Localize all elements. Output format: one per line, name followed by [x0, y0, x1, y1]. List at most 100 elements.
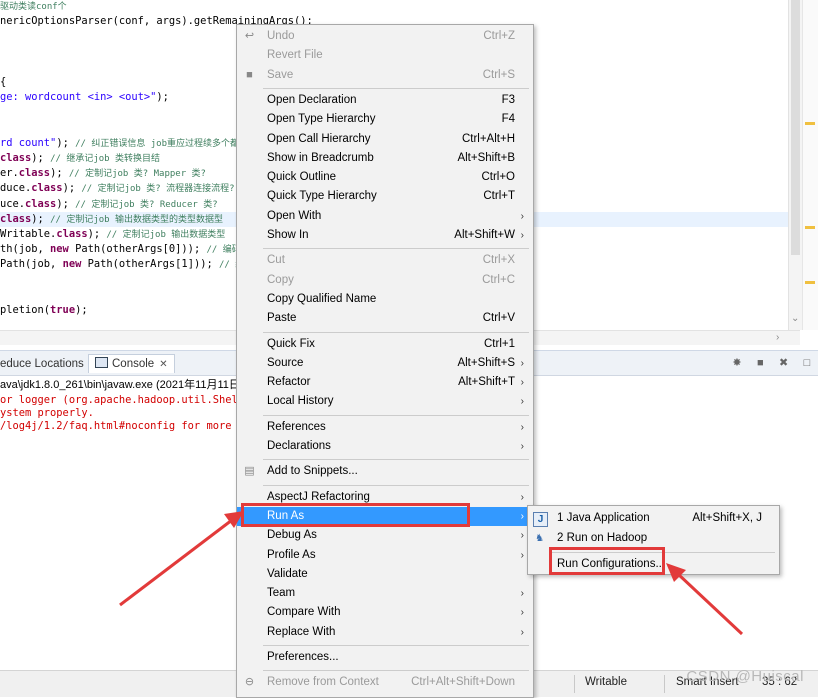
- code-keyword: class: [25, 197, 57, 210]
- menu-item-compare-with[interactable]: Compare With ›: [237, 603, 533, 622]
- submenu-item-2-run-on-hadoop[interactable]: ♞ 2 Run on Hadoop: [528, 529, 779, 548]
- scroll-down-icon[interactable]: ⌄: [791, 312, 799, 326]
- menu-item-save: ■ Save Ctrl+S: [237, 66, 533, 85]
- menu-item-validate[interactable]: Validate: [237, 565, 533, 584]
- menu-item-shortcut: Ctrl+1: [484, 337, 515, 350]
- menu-separator: [263, 645, 529, 646]
- menu-item-paste[interactable]: Paste Ctrl+V: [237, 309, 533, 328]
- code-line[interactable]: Writable.class); // 定制记job 输出数据类型: [0, 227, 225, 242]
- menu-item-label: Show in Breadcrumb: [267, 151, 374, 164]
- menu-item-replace-with[interactable]: Replace With ›: [237, 623, 533, 642]
- code-comment: // 继承记job 类转换目结: [50, 154, 160, 164]
- menu-item-refactor[interactable]: Refactor Alt+Shift+T ›: [237, 373, 533, 392]
- code-text: );: [31, 152, 51, 164]
- menu-item-label: Open Type Hierarchy: [267, 113, 376, 126]
- menu-item-label: References: [267, 420, 326, 433]
- code-line[interactable]: class); // 继承记job 类转换目结: [0, 151, 160, 166]
- menu-item-label: Replace With: [267, 625, 336, 638]
- code-comment: // 定制记job 类? 流程器连接流程?: [81, 184, 235, 195]
- menu-item-debug-as[interactable]: Debug As ›: [237, 526, 533, 545]
- scroll-right-icon[interactable]: ›: [776, 331, 779, 345]
- menu-item-copy: Copy Ctrl+C: [237, 271, 533, 290]
- menu-item-open-with[interactable]: Open With ›: [237, 207, 533, 226]
- scrollbar-thumb[interactable]: [791, 0, 800, 255]
- code-keyword: true: [50, 304, 76, 316]
- code-text: duce.: [0, 182, 32, 195]
- menu-item-cut: Cut Ctrl+X: [237, 251, 533, 270]
- menu-item-label: Quick Type Hierarchy: [267, 190, 377, 203]
- code-line[interactable]: {: [0, 75, 6, 90]
- menu-item-source[interactable]: Source Alt+Shift+S ›: [237, 354, 533, 373]
- menu-item-label: Remove from Context: [267, 676, 379, 689]
- pin-console-icon[interactable]: ✸: [730, 356, 744, 370]
- menu-item-open-call-hierarchy[interactable]: Open Call Hierarchy Ctrl+Alt+H: [237, 130, 533, 149]
- close-view-icon[interactable]: ✖: [777, 356, 791, 370]
- maximize-icon[interactable]: □: [800, 356, 814, 370]
- ruler-warning-mark[interactable]: [805, 281, 815, 284]
- code-text: Writable.: [0, 228, 57, 240]
- code-line[interactable]: pletion(true);: [0, 303, 88, 318]
- menu-item-quick-fix[interactable]: Quick Fix Ctrl+1: [237, 335, 533, 354]
- menu-item-label: 2 Run on Hadoop: [557, 532, 648, 544]
- ruler-warning-mark[interactable]: [805, 122, 815, 125]
- code-line[interactable]: 驱动类读conf个: [0, 0, 67, 14]
- menu-item-local-history[interactable]: Local History ›: [237, 392, 533, 411]
- menu-item-quick-outline[interactable]: Quick Outline Ctrl+O: [237, 168, 533, 187]
- menu-item-team[interactable]: Team ›: [237, 584, 533, 603]
- menu-item-shortcut: Alt+Shift+T: [458, 376, 515, 389]
- menu-item-open-type-hierarchy[interactable]: Open Type Hierarchy F4: [237, 110, 533, 129]
- menu-item-quick-type-hierarchy[interactable]: Quick Type Hierarchy Ctrl+T: [237, 187, 533, 206]
- minimize-icon[interactable]: ■: [753, 356, 767, 370]
- editor-vertical-scrollbar[interactable]: ⌄: [788, 0, 802, 330]
- code-comment: // 纠正错误信息 job重应过程续多个都是: [75, 138, 249, 149]
- code-line[interactable]: uce.class); // 定制记job 类? Reducer 类?: [0, 197, 218, 212]
- code-line[interactable]: th(job, new Path(otherArgs[0])); // 编码输: [0, 242, 250, 257]
- menu-item-preferences[interactable]: Preferences...: [237, 648, 533, 667]
- menu-separator: [263, 459, 529, 461]
- console-error-line: or logger (org.apache.hadoop.util.Shell: [0, 394, 244, 406]
- code-line[interactable]: er.class); // 定制记job 类? Mapper 类?: [0, 166, 206, 181]
- menu-item-references[interactable]: References ›: [237, 418, 533, 437]
- code-keyword: class: [0, 212, 32, 225]
- code-string: ge: wordcount <in> <out>": [0, 91, 157, 104]
- chevron-right-icon: ›: [520, 396, 524, 408]
- save-icon: ■: [246, 68, 253, 81]
- code-text: );: [87, 228, 107, 240]
- menu-item-profile-as[interactable]: Profile As ›: [237, 546, 533, 565]
- code-text: er.: [0, 167, 19, 180]
- menu-item-label: Open Declaration: [267, 93, 357, 106]
- menu-item-label: Debug As: [267, 529, 317, 542]
- code-line[interactable]: ge: wordcount <in> <out>");: [0, 90, 169, 105]
- submenu-item-1-java-application[interactable]: J 1 Java Application Alt+Shift+X, J: [528, 509, 779, 528]
- menu-item-shortcut: Ctrl+V: [482, 312, 515, 325]
- menu-item-copy-qualified-name[interactable]: Copy Qualified Name: [237, 290, 533, 309]
- menu-item-shortcut: Alt+Shift+W: [454, 229, 515, 241]
- tab-mapreduce-locations[interactable]: educe Locations: [0, 355, 84, 373]
- annotation-box-run-as: [241, 503, 470, 527]
- editor-context-menu: ↩ Undo Ctrl+Z Revert File ■ Save Ctrl+S Open De…: [236, 24, 534, 698]
- chevron-right-icon: ›: [520, 626, 524, 638]
- close-icon[interactable]: ✕: [159, 359, 167, 370]
- ruler-warning-mark[interactable]: [805, 226, 815, 229]
- code-comment: // 定制记job 类? Mapper 类?: [68, 169, 206, 180]
- code-text: );: [56, 136, 76, 149]
- menu-item-label: Paste: [267, 312, 297, 325]
- annotation-box-run-configurations: [549, 547, 665, 575]
- menu-item-show-in-breadcrumb[interactable]: Show in Breadcrumb Alt+Shift+B: [237, 149, 533, 168]
- menu-item-shortcut: Ctrl+O: [481, 171, 515, 184]
- menu-separator: [263, 670, 529, 672]
- menu-item-label: Source: [267, 356, 304, 369]
- menu-separator: [263, 484, 529, 486]
- console-icon: [95, 357, 108, 368]
- menu-item-label: Open With: [267, 209, 322, 222]
- chevron-right-icon: ›: [520, 530, 524, 542]
- code-line[interactable]: Path(job, new Path(otherArgs[1])); // 编码: [0, 257, 253, 272]
- menu-item-open-declaration[interactable]: Open Declaration F3: [237, 91, 533, 110]
- code-text: Path(otherArgs[0]));: [68, 243, 207, 256]
- menu-item-declarations[interactable]: Declarations ›: [237, 437, 533, 456]
- menu-item-add-to-snippets[interactable]: ▤ Add to Snippets...: [237, 462, 533, 481]
- code-line[interactable]: duce.class); // 定制记job 类? 流程器连接流程?: [0, 181, 235, 196]
- code-line[interactable]: rd count"); // 纠正错误信息 job重应过程续多个都是: [0, 136, 248, 151]
- menu-item-show-in[interactable]: Show In Alt+Shift+W ›: [237, 226, 533, 245]
- tab-console[interactable]: Console ✕: [88, 354, 175, 373]
